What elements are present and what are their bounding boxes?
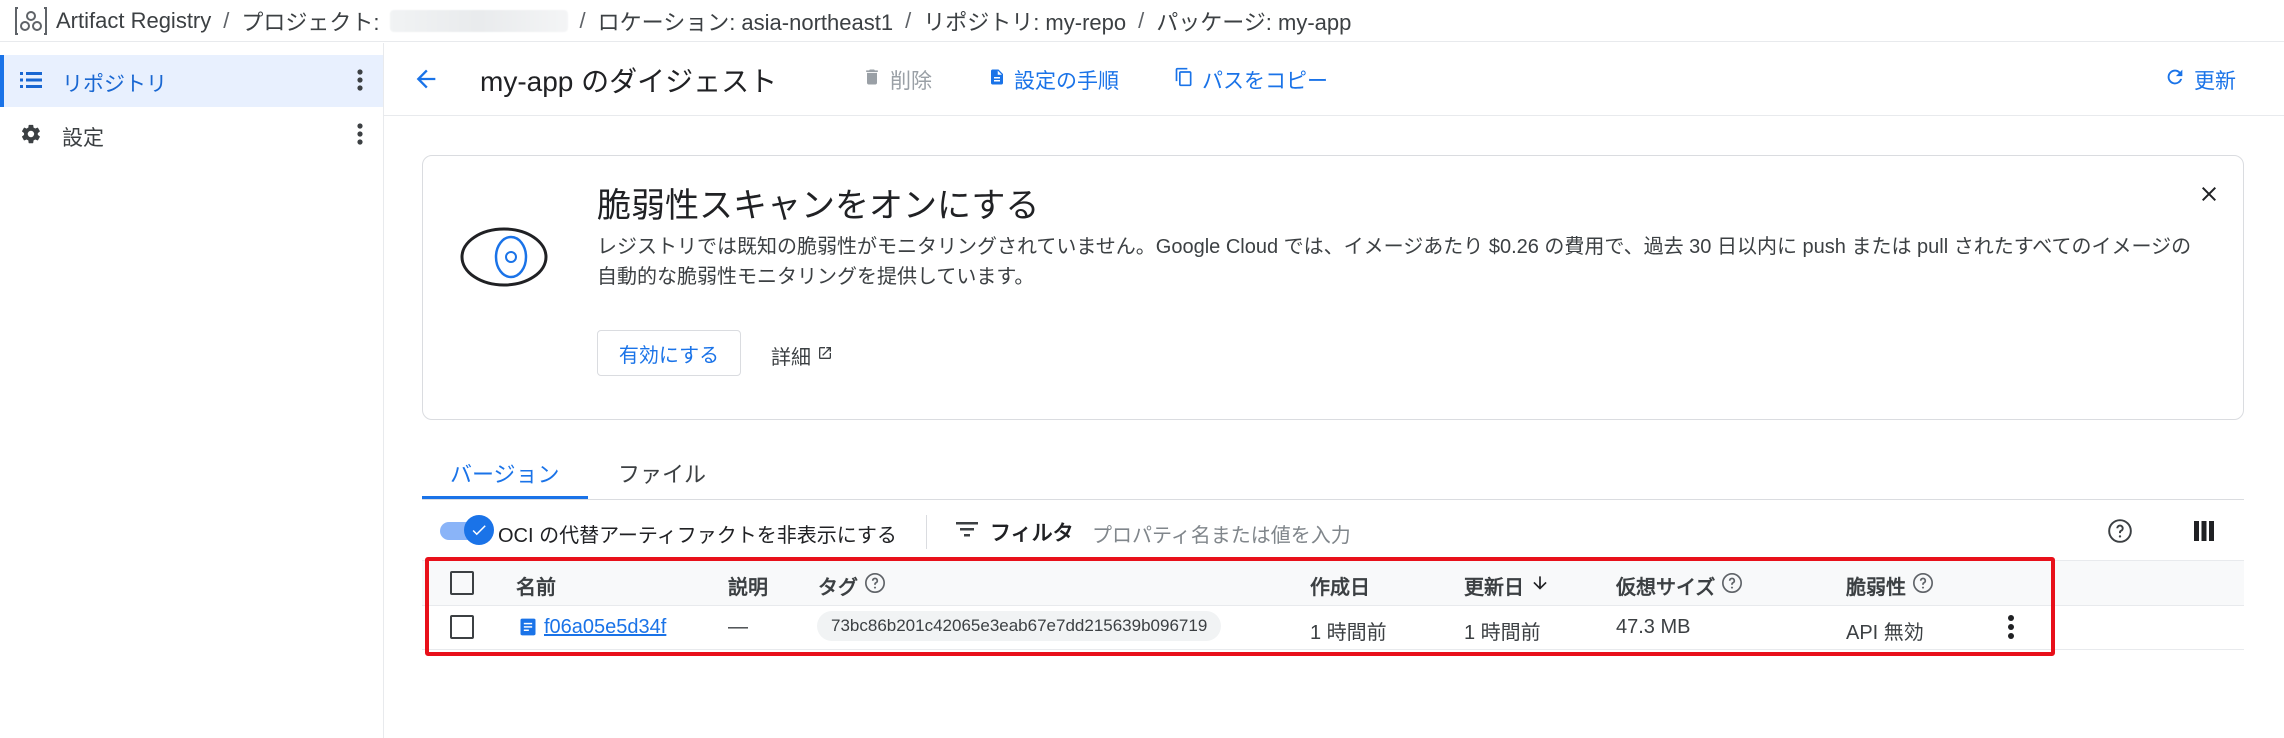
sidebar: リポジトリ 設定 <box>0 43 384 738</box>
column-label: 名前 <box>516 577 556 599</box>
copy-path-button[interactable]: パスをコピー <box>1174 65 1328 95</box>
tag-chip[interactable]: 73bc86b201c42065e3eab67e7dd215639b096719 <box>817 611 1222 641</box>
row-checkbox[interactable] <box>450 615 474 639</box>
sidebar-item-settings[interactable]: 設定 <box>0 109 383 161</box>
setup-label: 設定の手順 <box>1014 70 1119 93</box>
breadcrumb-separator: / <box>223 7 230 33</box>
open-in-new-icon <box>817 344 833 367</box>
tab-bar: バージョン ファイル <box>422 445 2244 500</box>
description-cell: — <box>728 616 748 638</box>
tab-files[interactable]: ファイル <box>618 457 706 489</box>
banner-title: 脆弱性スキャンをオンにする <box>597 187 1040 225</box>
column-label: 説明 <box>728 577 768 599</box>
refresh-icon <box>2164 66 2186 94</box>
back-arrow-icon[interactable] <box>412 65 440 98</box>
sidebar-item-label: 設定 <box>62 127 104 150</box>
breadcrumb-separator: / <box>579 7 586 33</box>
more-vert-icon[interactable] <box>357 121 363 152</box>
eye-icon <box>459 226 549 293</box>
table-toolbar: OCI の代替アーティファクトを非表示にする フィルタ プロパティ名または値を入… <box>422 505 2244 559</box>
list-icon <box>20 70 42 95</box>
help-icon[interactable] <box>1912 572 1934 600</box>
column-header-vulnerability[interactable]: 脆弱性 <box>1846 571 1934 600</box>
breadcrumb-location[interactable]: ロケーション: asia-northeast1 <box>598 5 893 37</box>
help-icon[interactable] <box>1721 572 1743 600</box>
column-label: 仮想サイズ <box>1616 577 1716 599</box>
hide-oci-toggle[interactable] <box>440 515 494 545</box>
help-icon[interactable] <box>864 572 886 600</box>
size-cell: 47.3 MB <box>1616 616 1691 638</box>
details-label: 詳細 <box>771 347 811 369</box>
column-header-updated[interactable]: 更新日 <box>1464 571 1550 600</box>
filter-button[interactable]: フィルタ <box>956 517 1074 547</box>
column-label: 脆弱性 <box>1846 577 1906 599</box>
copy-path-label: パスをコピー <box>1202 70 1328 93</box>
column-label: 作成日 <box>1310 577 1370 599</box>
enable-button[interactable]: 有効にする <box>597 330 741 376</box>
digest-link[interactable]: f06a05e5d34f <box>544 616 666 639</box>
more-vert-icon[interactable] <box>357 67 363 98</box>
column-label: タグ <box>818 577 858 599</box>
breadcrumb-app[interactable]: Artifact Registry <box>56 8 211 34</box>
divider <box>926 515 927 549</box>
copy-icon <box>1174 66 1194 94</box>
select-all-checkbox[interactable] <box>450 571 474 595</box>
column-header-tag[interactable]: タグ <box>818 571 886 600</box>
sidebar-item-label: リポジトリ <box>62 73 167 96</box>
page-header: my-app のダイジェスト 削除 設定の手順 パスをコピー 更新 <box>384 43 2284 116</box>
help-icon[interactable] <box>2107 518 2133 549</box>
vulnerability-scan-banner: 脆弱性スキャンをオンにする レジストリでは既知の脆弱性がモニタリングされていませ… <box>422 155 2244 420</box>
table-header: 名前 説明 タグ 作成日 更新日 仮想サイズ 脆弱性 <box>422 560 2244 606</box>
breadcrumb: Artifact Registry / プロジェクト: / ロケーション: as… <box>0 0 2284 42</box>
filter-label: フィルタ <box>990 522 1074 545</box>
more-vert-icon[interactable] <box>2007 613 2015 646</box>
breadcrumb-project[interactable]: プロジェクト: <box>241 5 379 37</box>
filter-input[interactable]: プロパティ名または値を入力 <box>1092 519 1351 548</box>
breadcrumb-package[interactable]: パッケージ: my-app <box>1156 5 1351 37</box>
refresh-button[interactable]: 更新 <box>2164 65 2236 95</box>
banner-description: レジストリでは既知の脆弱性がモニタリングされていません。Google Cloud… <box>597 236 2192 288</box>
arrow-down-icon <box>1530 572 1550 600</box>
column-label: 更新日 <box>1464 577 1524 599</box>
document-icon <box>518 616 538 643</box>
details-link[interactable]: 詳細 <box>771 341 833 370</box>
column-header-description[interactable]: 説明 <box>728 571 768 600</box>
delete-button[interactable]: 削除 <box>862 65 932 95</box>
artifact-registry-logo-icon <box>14 6 48 36</box>
created-cell: 1 時間前 <box>1310 622 1387 644</box>
breadcrumb-separator: / <box>1138 7 1145 33</box>
delete-label: 削除 <box>890 70 932 93</box>
column-header-created[interactable]: 作成日 <box>1310 571 1370 600</box>
breadcrumb-separator: / <box>905 7 912 33</box>
column-header-virtual-size[interactable]: 仮想サイズ <box>1616 571 1743 600</box>
filter-list-icon <box>956 520 978 544</box>
updated-cell: 1 時間前 <box>1464 622 1541 644</box>
gear-icon <box>20 123 42 150</box>
redacted-project-id <box>389 9 568 32</box>
close-icon[interactable] <box>2197 182 2221 211</box>
document-icon <box>988 66 1006 94</box>
page-title: my-app のダイジェスト <box>480 66 778 97</box>
table-row: f06a05e5d34f — 73bc86b201c42065e3eab67e7… <box>422 605 2244 650</box>
column-header-name[interactable]: 名前 <box>516 571 556 600</box>
setup-instructions-button[interactable]: 設定の手順 <box>988 65 1119 95</box>
active-tab-indicator <box>422 496 588 499</box>
column-display-icon[interactable] <box>2194 520 2214 547</box>
breadcrumb-repository[interactable]: リポジトリ: my-repo <box>923 5 1126 37</box>
tab-versions[interactable]: バージョン <box>450 457 560 489</box>
vulnerability-cell: API 無効 <box>1846 622 1924 644</box>
check-icon <box>464 515 494 545</box>
hide-oci-label: OCI の代替アーティファクトを非表示にする <box>498 525 897 547</box>
sidebar-item-repositories[interactable]: リポジトリ <box>0 55 383 107</box>
refresh-label: 更新 <box>2194 70 2236 93</box>
trash-icon <box>862 66 882 94</box>
